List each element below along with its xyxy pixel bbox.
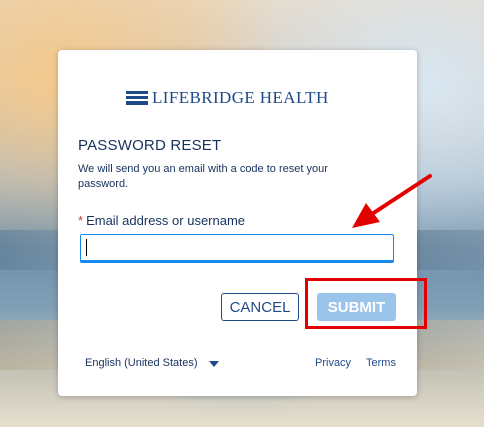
text-caret: [86, 239, 87, 256]
privacy-link[interactable]: Privacy: [315, 357, 351, 369]
language-label: English (United States): [85, 357, 198, 369]
required-marker: *: [78, 213, 84, 228]
language-selector[interactable]: English (United States): [85, 357, 219, 369]
password-reset-card: LIFEBRIDGE HEALTH PASSWORD RESET We will…: [58, 50, 417, 396]
email-field-label: * Email address or username: [78, 213, 245, 228]
brand-name: LIFEBRIDGE HEALTH: [152, 88, 329, 107]
terms-link[interactable]: Terms: [366, 357, 396, 369]
email-field-label-text: Email address or username: [86, 213, 246, 228]
page-title: PASSWORD RESET: [78, 137, 222, 154]
form-description: We will send you an email with a code to…: [78, 163, 328, 190]
brand-logo: LIFEBRIDGE HEALTH: [126, 88, 329, 108]
email-field[interactable]: [80, 234, 394, 263]
cancel-button[interactable]: CANCEL: [221, 293, 299, 321]
lifebridge-logo-icon: [126, 91, 148, 105]
chevron-down-icon: [208, 360, 219, 367]
submit-highlight-box: [305, 278, 427, 329]
